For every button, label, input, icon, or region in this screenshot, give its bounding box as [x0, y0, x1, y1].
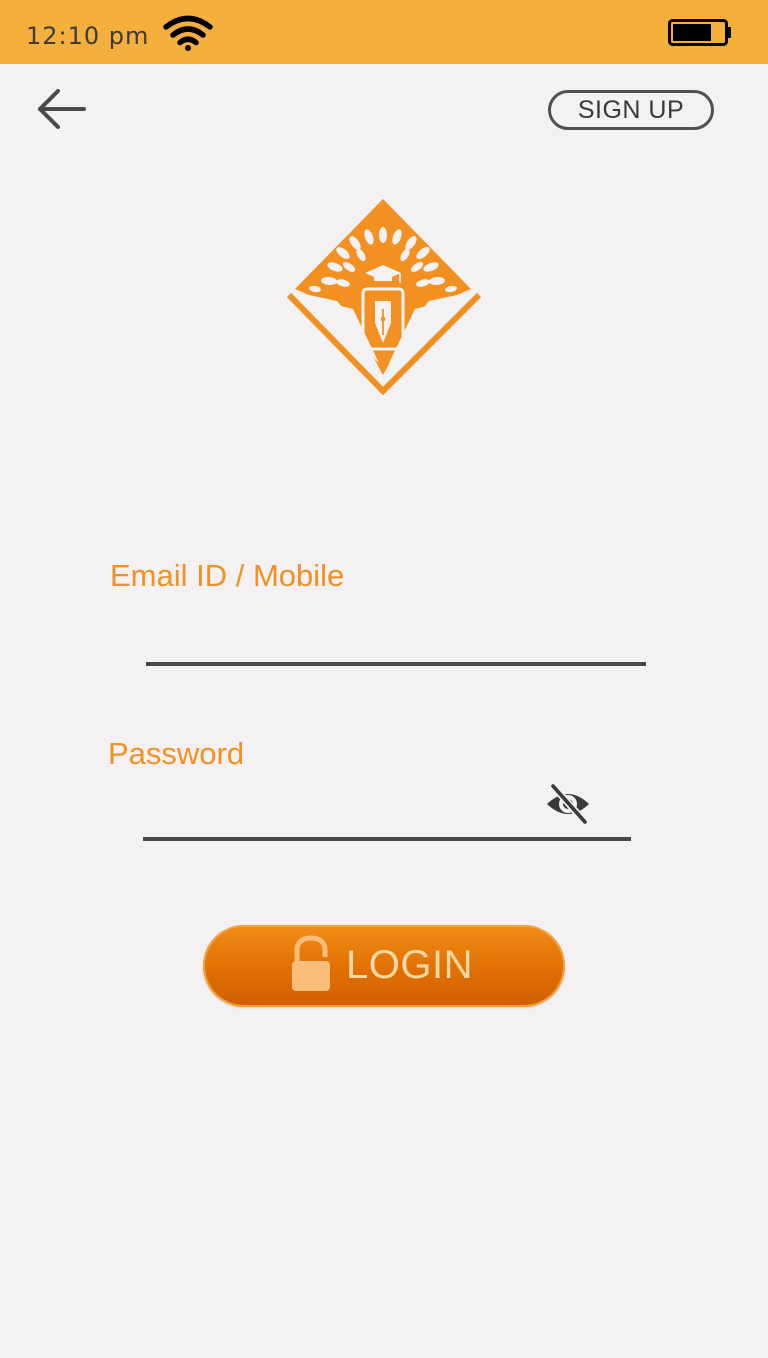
email-label: Email ID / Mobile	[110, 558, 345, 593]
wifi-icon	[163, 15, 213, 51]
login-label: LOGIN	[346, 943, 473, 987]
sign-up-button[interactable]: SIGN UP	[548, 90, 714, 130]
app-logo	[286, 199, 482, 396]
eye-off-icon	[547, 782, 589, 826]
password-visibility-toggle[interactable]	[545, 782, 591, 826]
lock-icon	[292, 935, 330, 991]
status-time: 12:10 pm	[26, 22, 150, 50]
status-bar: 12:10 pm	[0, 0, 768, 64]
back-button[interactable]	[34, 84, 90, 134]
password-label: Password	[108, 736, 245, 771]
arrow-left-icon	[38, 89, 86, 129]
email-input[interactable]	[146, 612, 646, 666]
battery-icon	[668, 19, 731, 46]
login-button[interactable]: LOGIN	[203, 925, 565, 1007]
